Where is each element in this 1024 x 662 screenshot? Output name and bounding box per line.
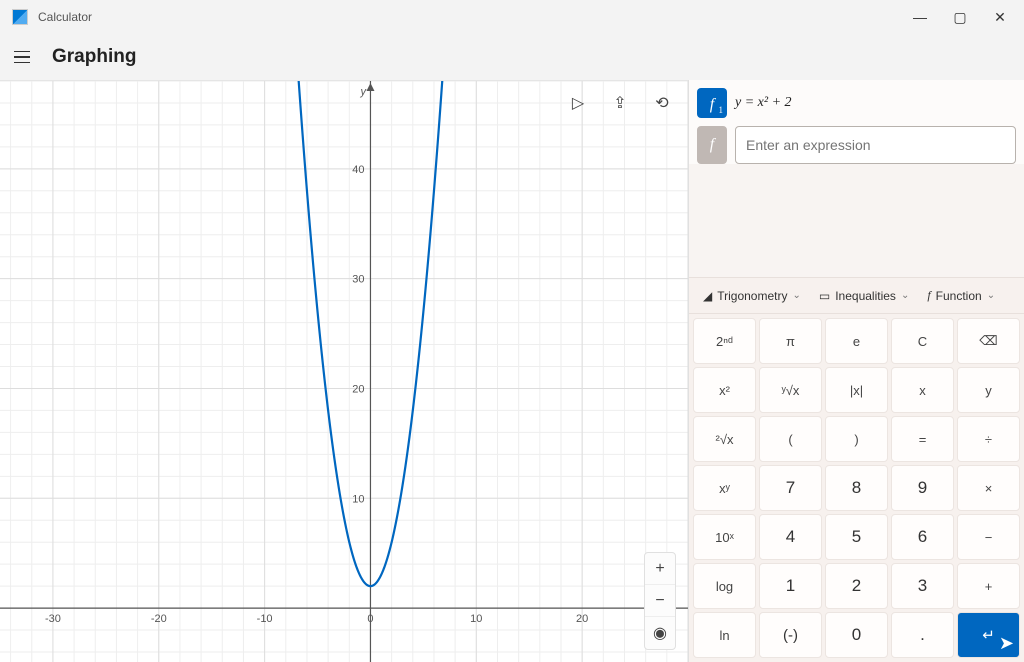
zoom-out-button[interactable]: − — [645, 585, 675, 617]
key-0[interactable]: 0 — [825, 612, 888, 658]
key-[interactable]: ) — [825, 416, 888, 462]
key-x[interactable]: x — [891, 367, 954, 413]
key-[interactable]: + — [957, 563, 1020, 609]
svg-text:-10: -10 — [257, 613, 273, 625]
tab-function[interactable]: fFunction⌄ — [921, 284, 1001, 307]
svg-text:20: 20 — [352, 383, 364, 395]
key-8[interactable]: 8 — [825, 465, 888, 511]
graph-svg: -30 -20 -10 0 10 20 10 20 30 40 y — [0, 81, 688, 662]
key-[interactable]: ⌫ — [957, 318, 1020, 364]
key-e[interactable]: e — [825, 318, 888, 364]
function-badge-1: f — [697, 88, 727, 118]
expression-input[interactable] — [735, 126, 1016, 164]
function-expression-1: y = x² + 2 — [735, 95, 792, 111]
svg-text:10: 10 — [470, 613, 482, 625]
right-panel: f y = x² + 2 f ◢Trigonometry⌄ ▭Inequalit… — [688, 80, 1024, 662]
svg-text:y: y — [359, 86, 367, 98]
key-[interactable]: = — [891, 416, 954, 462]
header: Graphing — [0, 34, 1024, 80]
zoom-in-button[interactable]: + — [645, 553, 675, 585]
tab-inequalities[interactable]: ▭Inequalities⌄ — [813, 284, 915, 307]
key-[interactable]: π — [759, 318, 822, 364]
svg-text:-20: -20 — [151, 613, 167, 625]
key-[interactable]: − — [957, 514, 1020, 560]
key-1[interactable]: 1 — [759, 563, 822, 609]
app-title: Calculator — [38, 10, 92, 24]
category-tabs: ◢Trigonometry⌄ ▭Inequalities⌄ fFunction⌄ — [689, 277, 1024, 314]
key-x[interactable]: ʸ√x — [759, 367, 822, 413]
trace-icon[interactable]: ▷ — [564, 89, 592, 117]
key-[interactable]: ( — [759, 416, 822, 462]
key-log[interactable]: log — [693, 563, 756, 609]
svg-text:0: 0 — [367, 613, 373, 625]
title-bar: Calculator — ▢ ✕ — [0, 0, 1024, 34]
key-9[interactable]: 9 — [891, 465, 954, 511]
close-button[interactable]: ✕ — [980, 2, 1020, 32]
key-x[interactable]: |x| — [825, 367, 888, 413]
key-7[interactable]: 7 — [759, 465, 822, 511]
key-3[interactable]: 3 — [891, 563, 954, 609]
minimize-button[interactable]: — — [900, 2, 940, 32]
key-x[interactable]: x² — [693, 367, 756, 413]
maximize-button[interactable]: ▢ — [940, 2, 980, 32]
keypad: 2ⁿᵈπeC⌫ x²ʸ√x|x|xy ²√x()=÷ xʸ789× 10ˣ456− log… — [689, 314, 1024, 662]
function-input-badge: f — [697, 126, 727, 164]
svg-text:40: 40 — [352, 164, 364, 176]
function-row-1[interactable]: f y = x² + 2 — [697, 88, 1016, 118]
key-2[interactable]: 2 — [825, 563, 888, 609]
key-[interactable]: (-) — [759, 612, 822, 658]
key-c[interactable]: C — [891, 318, 954, 364]
key-[interactable]: ↵ — [957, 612, 1020, 658]
key-2[interactable]: 2ⁿᵈ — [693, 318, 756, 364]
share-icon[interactable]: ⇪ — [606, 89, 634, 117]
mode-title: Graphing — [52, 46, 136, 68]
key-5[interactable]: 5 — [825, 514, 888, 560]
key-y[interactable]: y — [957, 367, 1020, 413]
key-6[interactable]: 6 — [891, 514, 954, 560]
tab-trigonometry[interactable]: ◢Trigonometry⌄ — [697, 284, 807, 307]
svg-text:20: 20 — [576, 613, 588, 625]
app-icon — [12, 9, 28, 25]
zoom-fit-button[interactable]: ◉ — [645, 617, 675, 649]
key-[interactable]: . — [891, 612, 954, 658]
graph-canvas[interactable]: -30 -20 -10 0 10 20 10 20 30 40 y ▷ ⇪ ⟲ + − ◉ — [0, 80, 688, 662]
function-input-row: f — [697, 126, 1016, 164]
key-[interactable]: ÷ — [957, 416, 1020, 462]
key-10[interactable]: 10ˣ — [693, 514, 756, 560]
svg-text:30: 30 — [352, 274, 364, 286]
graph-options-icon[interactable]: ⟲ — [648, 89, 676, 117]
menu-button[interactable] — [14, 45, 38, 69]
key-4[interactable]: 4 — [759, 514, 822, 560]
svg-text:-30: -30 — [45, 613, 61, 625]
key-x[interactable]: xʸ — [693, 465, 756, 511]
svg-text:10: 10 — [352, 493, 364, 505]
key-ln[interactable]: ln — [693, 612, 756, 658]
key-[interactable]: × — [957, 465, 1020, 511]
key-x[interactable]: ²√x — [693, 416, 756, 462]
